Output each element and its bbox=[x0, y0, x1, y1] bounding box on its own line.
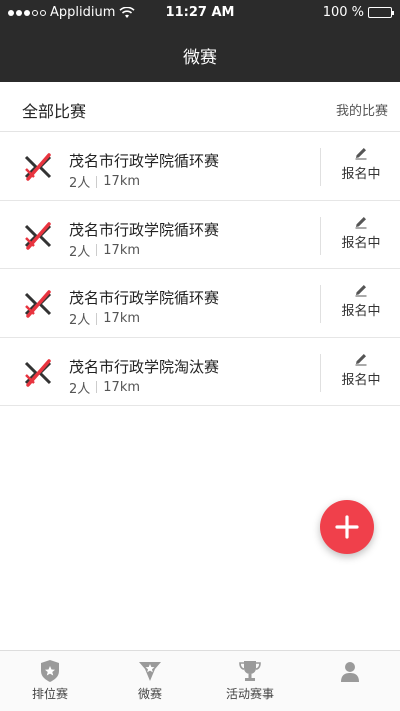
signup-button[interactable]: 报名中 bbox=[322, 146, 400, 182]
match-meta: 2人 17km bbox=[69, 378, 140, 397]
match-name: 茂名市行政学院淘汰赛 bbox=[69, 357, 220, 376]
battery-icon bbox=[368, 7, 394, 18]
match-distance: 17km bbox=[103, 379, 141, 395]
match-distance: 17km bbox=[103, 174, 141, 189]
meta-separator bbox=[96, 244, 98, 256]
participant-count: 2人 bbox=[69, 244, 91, 260]
signup-button[interactable]: 报名中 bbox=[322, 215, 400, 251]
status-bar: Applidium 11:27 AM 100 % bbox=[0, 0, 400, 26]
signup-button[interactable]: 报名中 bbox=[322, 352, 400, 388]
crossed-swords-logo-icon bbox=[24, 221, 52, 250]
tab-microgame[interactable]: 微赛 bbox=[100, 651, 200, 711]
trophy-cup-icon bbox=[139, 662, 161, 681]
tab-my-matches[interactable]: 我的比赛 bbox=[336, 100, 388, 119]
nav-bar: 微赛 bbox=[0, 26, 400, 82]
match-name: 茂名市行政学院循环赛 bbox=[69, 152, 220, 170]
list-item[interactable]: 茂名市行政学院循环赛 2人 17km 报名中 bbox=[0, 132, 400, 201]
signup-button[interactable]: 报名中 bbox=[322, 283, 400, 319]
participant-count: 2人 bbox=[69, 313, 91, 328]
tab-profile[interactable] bbox=[300, 651, 400, 711]
meta-separator bbox=[96, 312, 98, 325]
row-divider bbox=[320, 285, 321, 323]
tab-label: 微赛 bbox=[137, 687, 162, 701]
tab-ranked[interactable]: 排位赛 bbox=[0, 651, 100, 711]
pencil-icon bbox=[355, 216, 367, 228]
trophy-icon bbox=[239, 661, 261, 681]
match-filter-header: 全部比赛 我的比赛 bbox=[0, 82, 400, 132]
match-name: 茂名市行政学院循环赛 bbox=[69, 220, 220, 239]
pencil-icon bbox=[355, 148, 367, 160]
row-divider bbox=[320, 216, 321, 255]
match-distance: 17km bbox=[103, 242, 141, 258]
signup-status: 报名中 bbox=[341, 235, 381, 251]
add-match-button[interactable] bbox=[320, 500, 374, 554]
person-icon bbox=[341, 662, 359, 682]
signup-status: 报名中 bbox=[341, 167, 381, 182]
pencil-icon bbox=[355, 353, 367, 365]
list-item[interactable]: 茂名市行政学院循环赛 2人 17km 报名中 bbox=[0, 201, 400, 269]
plus-icon bbox=[335, 515, 359, 539]
signup-status: 报名中 bbox=[341, 372, 381, 388]
tab-label: 活动赛事 bbox=[225, 687, 274, 701]
crossed-swords-logo-icon bbox=[24, 290, 52, 318]
shield-icon bbox=[41, 660, 59, 682]
bottom-tab-bar: 排位赛 微赛 活动赛事 bbox=[0, 650, 400, 711]
meta-separator bbox=[96, 175, 98, 188]
list-item[interactable]: 茂名市行政学院循环赛 2人 17km 报名中 bbox=[0, 269, 400, 338]
list-item[interactable]: 茂名市行政学院淘汰赛 2人 17km 报名中 bbox=[0, 338, 400, 406]
meta-separator bbox=[96, 381, 98, 393]
pencil-icon bbox=[355, 285, 367, 297]
page-title: 微赛 bbox=[183, 48, 217, 68]
battery-percent: 100 % bbox=[322, 5, 364, 20]
tab-events[interactable]: 活动赛事 bbox=[200, 651, 300, 711]
match-name: 茂名市行政学院循环赛 bbox=[69, 289, 220, 307]
match-distance: 17km bbox=[103, 311, 141, 326]
match-list: 茂名市行政学院循环赛 2人 17km 报名中 茂名市行政学院循环赛 2人 17k… bbox=[0, 132, 400, 406]
tab-all-matches[interactable]: 全部比赛 bbox=[22, 98, 86, 122]
participant-count: 2人 bbox=[69, 381, 91, 397]
participant-count: 2人 bbox=[69, 176, 91, 191]
row-divider bbox=[320, 148, 321, 186]
match-meta: 2人 17km bbox=[69, 309, 140, 328]
crossed-swords-logo-icon bbox=[24, 153, 52, 181]
match-meta: 2人 17km bbox=[69, 241, 140, 260]
row-divider bbox=[320, 353, 321, 392]
signup-status: 报名中 bbox=[341, 304, 381, 319]
battery-group: 100 % bbox=[322, 5, 394, 20]
crossed-swords-logo-icon bbox=[24, 358, 52, 387]
tab-label: 排位赛 bbox=[31, 687, 68, 701]
match-meta: 2人 17km bbox=[69, 172, 140, 191]
